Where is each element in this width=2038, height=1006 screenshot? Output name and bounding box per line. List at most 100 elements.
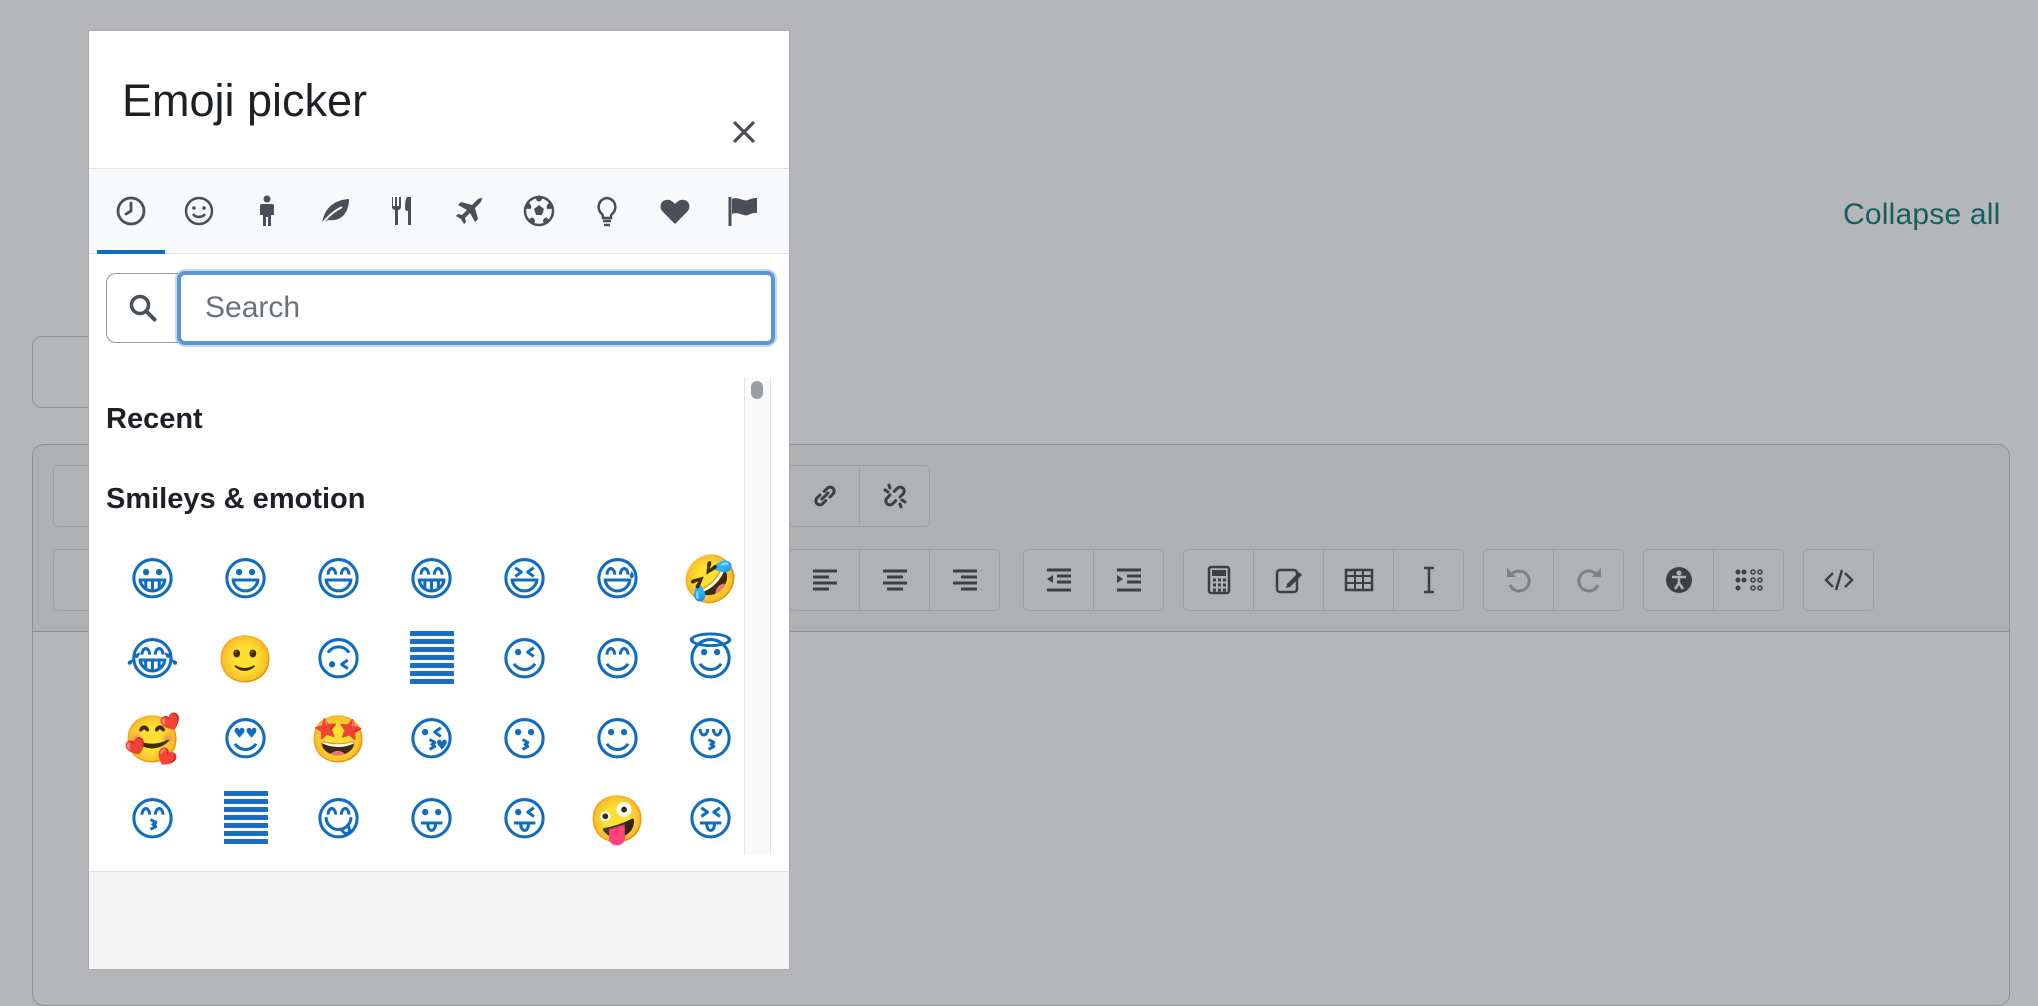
toolbar-group-indent (1023, 549, 1164, 611)
indent-button[interactable] (1094, 550, 1163, 610)
plane-icon (456, 197, 483, 224)
emoji-glyph: 🤪 (588, 792, 647, 846)
emoji-button[interactable]: 🥰 (106, 699, 199, 779)
unlink-icon (883, 483, 906, 509)
missing-glyph-placeholder (409, 631, 454, 687)
emoji-glyph: 😂 (125, 632, 180, 686)
emoji-glyph: 😜 (500, 792, 549, 846)
emoji-button[interactable]: 😁 (385, 539, 478, 619)
close-button[interactable] (729, 117, 759, 147)
emoji-button[interactable]: 🙂 (199, 619, 292, 699)
tab-activities[interactable] (505, 169, 573, 253)
edit-button[interactable] (1254, 550, 1324, 610)
emoji-button[interactable]: 😚 (664, 699, 746, 779)
tab-recent[interactable] (97, 169, 165, 254)
outdent-button[interactable] (1024, 550, 1094, 610)
tab-objects[interactable] (573, 169, 641, 253)
emoji-grid: 😀 😃 😄 😁 😆 😅 🤣 😂 🙂 🙃 😉 😊 😇 🥰 😍 🤩 😘 😗 ☺ 😚 😙 😋 😛 😜 🤪 😝 (106, 539, 746, 854)
emoji-button[interactable]: 🙃 (292, 619, 385, 699)
emoji-glyph: 😄 (314, 552, 363, 606)
align-right-button[interactable] (930, 550, 999, 610)
scrollbar-thumb[interactable] (751, 381, 763, 399)
emoji-button[interactable]: 🤪 (571, 779, 664, 854)
section-title-smileys: Smileys & emotion (106, 483, 366, 515)
emoji-glyph: 🥰 (123, 712, 182, 766)
emoji-button[interactable]: 😃 (199, 539, 292, 619)
emoji-button[interactable]: ☺ (571, 699, 664, 779)
emoji-button[interactable]: 😆 (478, 539, 571, 619)
emoji-glyph: 😁 (407, 552, 456, 606)
toolbar-group-align (789, 549, 1000, 611)
redo-icon (1576, 568, 1601, 593)
accessibility-icon (1665, 567, 1692, 593)
tab-travel[interactable] (437, 169, 505, 253)
emoji-button[interactable]: 😀 (106, 539, 199, 619)
dialog-footer (89, 871, 789, 969)
leaf-icon (321, 199, 349, 225)
search-input[interactable] (177, 271, 775, 345)
emoji-button[interactable]: 😛 (385, 779, 478, 854)
emoji-glyph: 🙂 (216, 632, 275, 686)
emoji-button[interactable]: 😗 (478, 699, 571, 779)
emoji-button[interactable]: 🤣 (664, 539, 746, 619)
emoji-button[interactable]: 😍 (199, 699, 292, 779)
emoji-glyph: 😚 (686, 712, 735, 766)
lightbulb-icon (597, 196, 617, 227)
emoji-button[interactable]: 😇 (664, 619, 746, 699)
tab-food[interactable] (369, 169, 437, 253)
emoji-button[interactable]: 😄 (292, 539, 385, 619)
toolbar-group-history (1483, 549, 1624, 611)
scrollbar[interactable] (744, 377, 771, 855)
braille-icon (1735, 569, 1763, 591)
table-button[interactable] (1324, 550, 1394, 610)
emoji-button[interactable]: 😘 (385, 699, 478, 779)
emoji-glyph: 😛 (407, 792, 456, 846)
undo-icon (1506, 568, 1531, 593)
emoji-button[interactable]: 🤩 (292, 699, 385, 779)
search-addon (106, 273, 178, 343)
emoji-button[interactable] (385, 619, 478, 699)
tab-flags[interactable] (709, 169, 777, 253)
align-center-button[interactable] (860, 550, 930, 610)
emoji-button[interactable]: 😂 (106, 619, 199, 699)
collapse-all-link[interactable]: Collapse all (1843, 198, 2000, 232)
cutlery-icon (392, 197, 411, 225)
emoji-button[interactable]: 😜 (478, 779, 571, 854)
category-tabs (89, 169, 789, 254)
undo-button[interactable] (1484, 550, 1554, 610)
missing-glyph-placeholder (223, 791, 268, 847)
redo-button[interactable] (1554, 550, 1623, 610)
accessibility-checker-button[interactable] (1644, 550, 1714, 610)
heart-icon (660, 199, 690, 224)
unlink-button[interactable] (860, 466, 929, 526)
emoji-button[interactable] (199, 779, 292, 854)
close-icon (733, 121, 755, 143)
calculator-button[interactable] (1184, 550, 1254, 610)
emoji-button[interactable]: 😝 (664, 779, 746, 854)
html-source-button[interactable] (1804, 550, 1873, 610)
emoji-button[interactable]: 😉 (478, 619, 571, 699)
tab-nature[interactable] (301, 169, 369, 253)
tab-smileys[interactable] (165, 169, 233, 253)
emoji-glyph: 😘 (407, 712, 456, 766)
emoji-glyph: 🙃 (314, 632, 363, 686)
link-button[interactable] (790, 466, 860, 526)
emoji-glyph: 😍 (221, 712, 270, 766)
code-icon (1823, 569, 1854, 591)
text-cursor-button[interactable] (1394, 550, 1463, 610)
emoji-button[interactable]: 😙 (106, 779, 199, 854)
align-center-icon (882, 569, 907, 591)
tab-people[interactable] (233, 169, 301, 253)
tab-symbols[interactable] (641, 169, 709, 253)
search-group (106, 271, 776, 345)
emoji-button[interactable]: 😋 (292, 779, 385, 854)
toolbar-group-links (789, 465, 930, 527)
emoji-button[interactable]: 😊 (571, 619, 664, 699)
indent-icon (1116, 568, 1141, 592)
align-left-button[interactable] (790, 550, 860, 610)
emoji-glyph: 🤩 (309, 712, 368, 766)
emoji-glyph: 😗 (500, 712, 549, 766)
braille-button[interactable] (1714, 550, 1783, 610)
emoji-button[interactable]: 😅 (571, 539, 664, 619)
emoji-glyph: 😝 (686, 792, 735, 846)
